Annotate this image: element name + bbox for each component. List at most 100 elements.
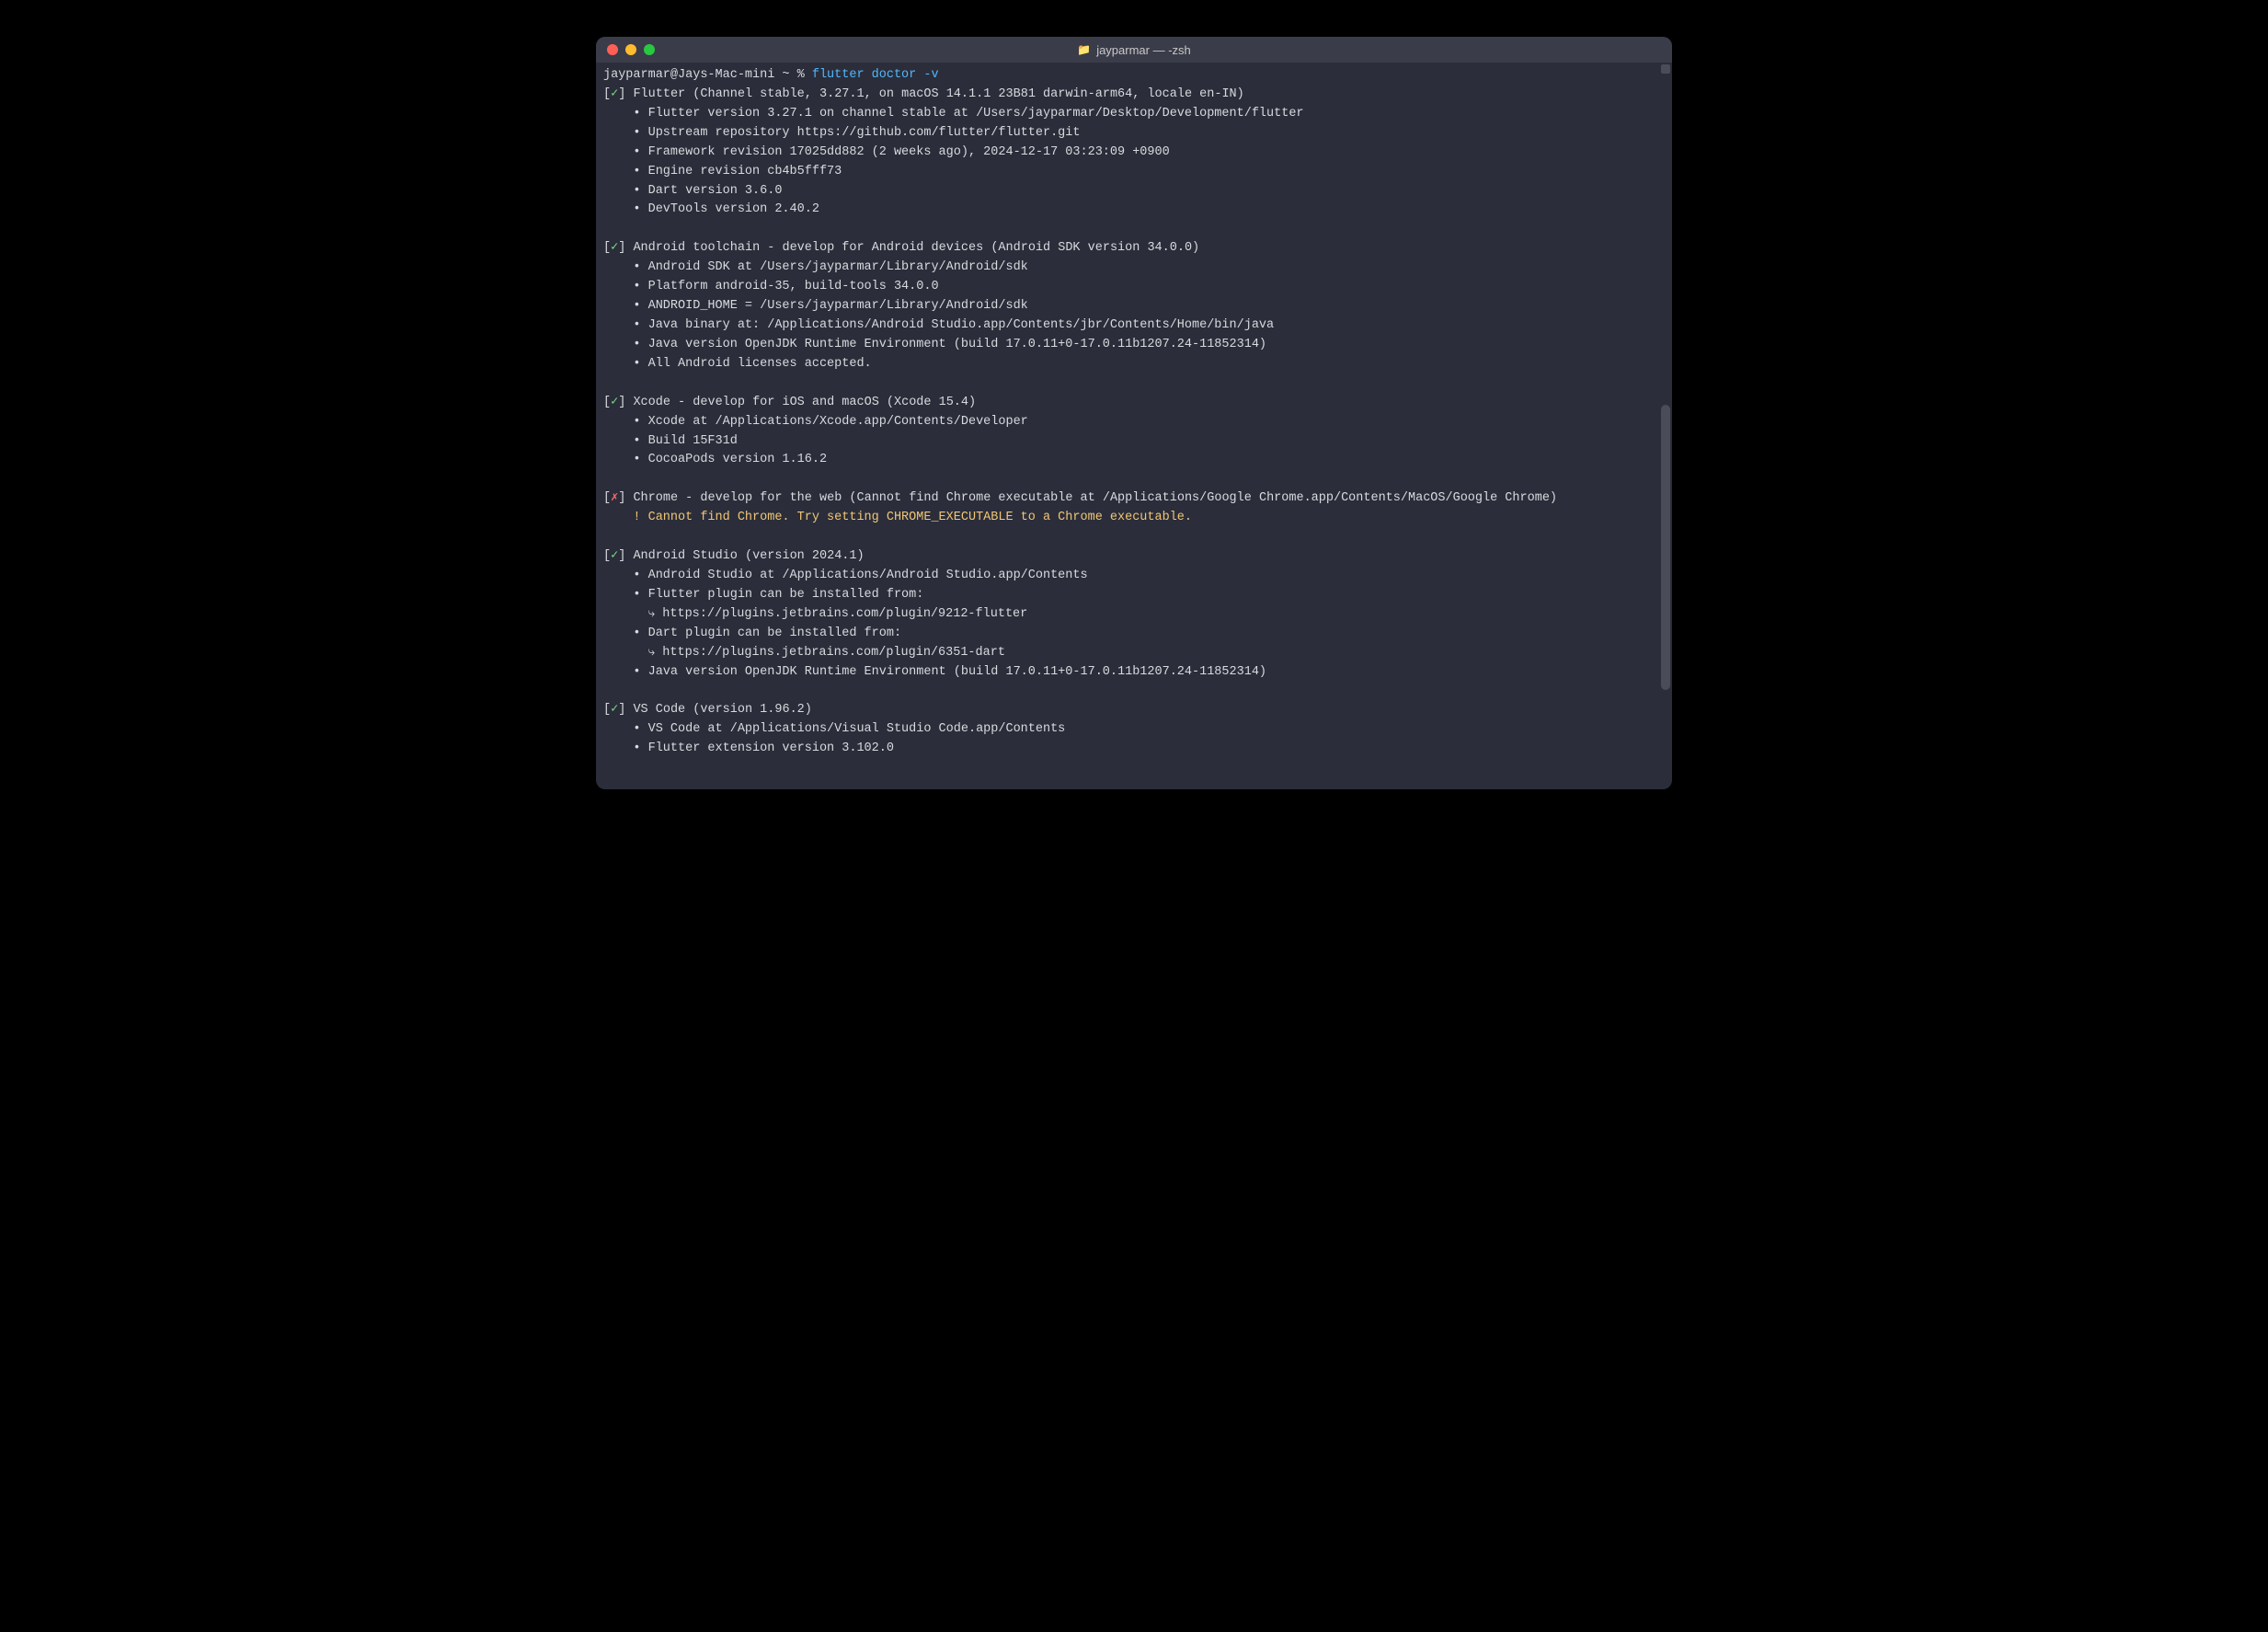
section-item: • Upstream repository https://github.com… bbox=[603, 124, 1665, 144]
item-text: Upstream repository https://github.com/f… bbox=[648, 126, 1081, 140]
section-item: • Java binary at: /Applications/Android … bbox=[603, 316, 1665, 336]
section-header: [✓] Android Studio (version 2024.1) bbox=[603, 547, 1665, 567]
section-item: • Flutter plugin can be installed from: bbox=[603, 586, 1665, 605]
bullet-icon: • bbox=[603, 434, 648, 448]
bullet-icon: • bbox=[603, 338, 648, 351]
item-text: Flutter plugin can be installed from: bbox=[648, 588, 924, 602]
terminal-body[interactable]: jayparmar@Jays-Mac-mini ~ % flutter doct… bbox=[596, 63, 1672, 789]
bracket-open: [ bbox=[603, 703, 611, 717]
minimize-button[interactable] bbox=[625, 44, 636, 55]
item-text: Xcode at /Applications/Xcode.app/Content… bbox=[648, 415, 1028, 429]
bullet-icon: • bbox=[603, 453, 648, 466]
section-item: • Platform android-35, build-tools 34.0.… bbox=[603, 278, 1665, 297]
bullet-icon: • bbox=[603, 318, 648, 332]
section-item: ⤷ https://plugins.jetbrains.com/plugin/6… bbox=[603, 644, 1665, 663]
bracket-close: ] bbox=[618, 703, 633, 717]
bullet-icon: • bbox=[603, 107, 648, 121]
bullet-icon: • bbox=[603, 569, 648, 582]
bullet-icon: • bbox=[603, 145, 648, 159]
bracket-close: ] bbox=[618, 549, 633, 563]
bracket-open: [ bbox=[603, 549, 611, 563]
prompt-user-host: jayparmar@Jays-Mac-mini ~ % bbox=[603, 68, 812, 82]
section-item: • Android Studio at /Applications/Androi… bbox=[603, 567, 1665, 586]
bullet-icon: • bbox=[603, 415, 648, 429]
section-title: Android toolchain - develop for Android … bbox=[633, 241, 1199, 255]
blank-line bbox=[603, 220, 1665, 239]
prompt-line: jayparmar@Jays-Mac-mini ~ % flutter doct… bbox=[603, 66, 1665, 86]
item-link-text: https://plugins.jetbrains.com/plugin/635… bbox=[662, 646, 1005, 660]
section-header: [✗] Chrome - develop for the web (Cannot… bbox=[603, 489, 1665, 509]
section-header: [✓] VS Code (version 1.96.2) bbox=[603, 701, 1665, 720]
section-title: Chrome - develop for the web (Cannot fin… bbox=[633, 491, 1557, 505]
folder-icon: 📁 bbox=[1077, 43, 1091, 56]
prompt-command: flutter doctor -v bbox=[812, 68, 939, 82]
blank-line bbox=[603, 528, 1665, 547]
section-item: • Xcode at /Applications/Xcode.app/Conte… bbox=[603, 413, 1665, 432]
section-item: • VS Code at /Applications/Visual Studio… bbox=[603, 720, 1665, 740]
item-text: Build 15F31d bbox=[648, 434, 738, 448]
item-text: Platform android-35, build-tools 34.0.0 bbox=[648, 280, 939, 293]
section-item: • Dart version 3.6.0 bbox=[603, 182, 1665, 201]
item-text: Dart version 3.6.0 bbox=[648, 184, 783, 198]
bullet-icon: • bbox=[603, 357, 648, 371]
item-text: Java version OpenJDK Runtime Environment… bbox=[648, 665, 1266, 679]
blank-line bbox=[603, 683, 1665, 702]
warn-icon: ! bbox=[603, 511, 648, 524]
bullet-icon: • bbox=[603, 299, 648, 313]
section-item: • Engine revision cb4b5fff73 bbox=[603, 163, 1665, 182]
item-text: VS Code at /Applications/Visual Studio C… bbox=[648, 722, 1066, 736]
section-title: Xcode - develop for iOS and macOS (Xcode… bbox=[633, 396, 976, 409]
section-item: • Framework revision 17025dd882 (2 weeks… bbox=[603, 144, 1665, 163]
item-text: Cannot find Chrome. Try setting CHROME_E… bbox=[648, 511, 1192, 524]
scrollbar-track[interactable] bbox=[1661, 64, 1670, 787]
link-icon: ⤷ bbox=[648, 646, 663, 660]
bracket-open: [ bbox=[603, 491, 611, 505]
blank-line bbox=[603, 470, 1665, 489]
item-text: Flutter version 3.27.1 on channel stable… bbox=[648, 107, 1304, 121]
item-link-text: https://plugins.jetbrains.com/plugin/921… bbox=[662, 607, 1027, 621]
scrollbar-top-marker bbox=[1661, 64, 1670, 74]
section-item: • Flutter extension version 3.102.0 bbox=[603, 740, 1665, 759]
bracket-close: ] bbox=[618, 491, 633, 505]
item-text: Android Studio at /Applications/Android … bbox=[648, 569, 1088, 582]
blank-line bbox=[603, 374, 1665, 394]
window-title-text: jayparmar — -zsh bbox=[1096, 43, 1191, 57]
bullet-icon: • bbox=[603, 741, 648, 755]
item-text: Dart plugin can be installed from: bbox=[648, 626, 901, 640]
section-title: Android Studio (version 2024.1) bbox=[633, 549, 864, 563]
item-text: All Android licenses accepted. bbox=[648, 357, 872, 371]
bullet-icon: • bbox=[603, 126, 648, 140]
bullet-icon: • bbox=[603, 722, 648, 736]
item-text: ANDROID_HOME = /Users/jayparmar/Library/… bbox=[648, 299, 1028, 313]
item-text: Framework revision 17025dd882 (2 weeks a… bbox=[648, 145, 1170, 159]
section-item: • DevTools version 2.40.2 bbox=[603, 201, 1665, 220]
scrollbar-thumb[interactable] bbox=[1661, 405, 1670, 690]
bracket-close: ] bbox=[618, 87, 633, 101]
section-item: • Java version OpenJDK Runtime Environme… bbox=[603, 336, 1665, 355]
link-icon: ⤷ bbox=[648, 607, 663, 621]
titlebar[interactable]: 📁 jayparmar — -zsh bbox=[596, 37, 1672, 63]
bracket-open: [ bbox=[603, 396, 611, 409]
section-header: [✓] Flutter (Channel stable, 3.27.1, on … bbox=[603, 86, 1665, 105]
close-button[interactable] bbox=[607, 44, 618, 55]
maximize-button[interactable] bbox=[644, 44, 655, 55]
bullet-icon: • bbox=[603, 260, 648, 274]
section-item: • Java version OpenJDK Runtime Environme… bbox=[603, 663, 1665, 683]
bracket-close: ] bbox=[618, 396, 633, 409]
bracket-open: [ bbox=[603, 241, 611, 255]
bullet-icon: • bbox=[603, 665, 648, 679]
section-item: • All Android licenses accepted. bbox=[603, 355, 1665, 374]
bullet-icon: • bbox=[603, 626, 648, 640]
item-text: CocoaPods version 1.16.2 bbox=[648, 453, 827, 466]
section-item: • CocoaPods version 1.16.2 bbox=[603, 451, 1665, 470]
item-text: DevTools version 2.40.2 bbox=[648, 202, 819, 216]
section-item: • Build 15F31d bbox=[603, 432, 1665, 452]
bullet-icon: • bbox=[603, 280, 648, 293]
item-text: Java version OpenJDK Runtime Environment… bbox=[648, 338, 1266, 351]
bullet-icon: • bbox=[603, 202, 648, 216]
bullet-icon: • bbox=[603, 588, 648, 602]
item-text: Java binary at: /Applications/Android St… bbox=[648, 318, 1275, 332]
bracket-close: ] bbox=[618, 241, 633, 255]
section-title: Flutter (Channel stable, 3.27.1, on macO… bbox=[633, 87, 1243, 101]
item-text: Flutter extension version 3.102.0 bbox=[648, 741, 894, 755]
